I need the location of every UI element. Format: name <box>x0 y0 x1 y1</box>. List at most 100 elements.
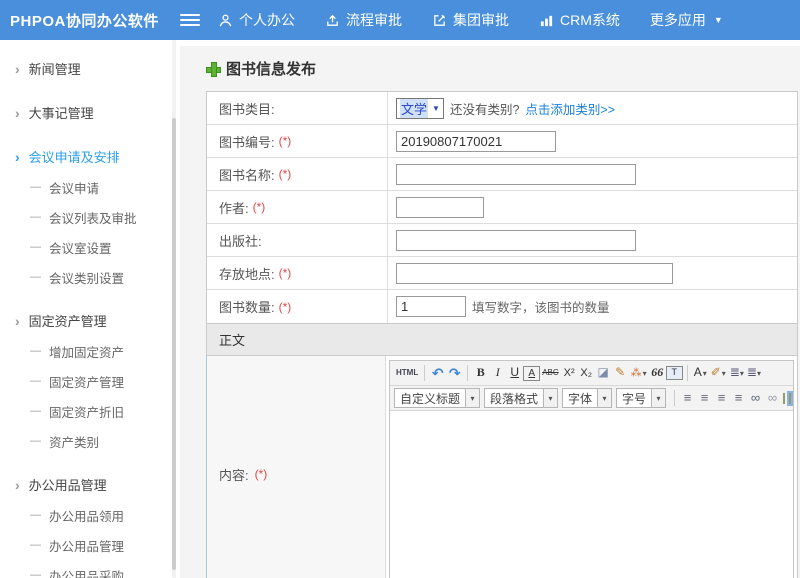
sidebar-item-meeting-room-settings[interactable]: — 会议室设置 <box>0 232 180 262</box>
dash-icon: — <box>30 509 41 521</box>
remove-link-icon[interactable]: ∞ <box>764 389 781 408</box>
rich-text-editor: HTML ↶ ↷ B I U A ABC X² X₂ ◪ ✎ <box>389 360 794 578</box>
nav-label: 集团审批 <box>453 10 509 30</box>
sidebar-item-fixed-asset-management[interactable]: › 固定资产管理 <box>0 305 180 336</box>
field-label: 出版社: <box>207 224 387 256</box>
nav-flow-approval[interactable]: 流程审批 <box>325 10 402 30</box>
dash-icon: — <box>30 405 41 417</box>
editor-content-area[interactable] <box>390 411 793 578</box>
required-marker: (*) <box>253 200 266 214</box>
insert-map-icon[interactable] <box>789 393 791 404</box>
font-color-icon[interactable]: A▾ <box>692 364 709 382</box>
nav-group-approval[interactable]: 集团审批 <box>432 10 509 30</box>
format-brush-icon[interactable]: ✎ <box>612 364 629 382</box>
location-input[interactable] <box>396 263 673 284</box>
redo-icon[interactable]: ↷ <box>446 363 463 383</box>
sidebar-item-supplies-purchase[interactable]: — 办公用品采购 <box>0 560 180 578</box>
main-content: 图书信息发布 图书类目: 文学 ▼ 还没有类别? 点击添加类别>> 图 <box>180 40 800 578</box>
sidebar-item-fixed-asset-depreciation[interactable]: — 固定资产折旧 <box>0 396 180 426</box>
bold-icon[interactable]: B <box>472 364 489 382</box>
underline-icon[interactable]: U <box>506 364 523 382</box>
caret-down-icon: ▾ <box>597 389 611 407</box>
font-size-combo[interactable]: 字号 ▾ <box>616 388 666 408</box>
flow-approval-icon <box>325 13 340 28</box>
caret-down-icon: ▾ <box>651 389 665 407</box>
sidebar-item-fixed-asset-manage[interactable]: — 固定资产管理 <box>0 366 180 396</box>
dash-icon: — <box>30 241 41 253</box>
blockquote-icon[interactable]: 66 <box>649 364 666 382</box>
font-family-combo[interactable]: 字体 ▾ <box>562 388 612 408</box>
sidebar-item-meeting-apply[interactable]: — 会议申请 <box>0 172 180 202</box>
quantity-hint: 填写数字，该图书的数量 <box>472 297 610 316</box>
category-select[interactable]: 文学 ▼ <box>396 98 444 119</box>
sidebar-item-asset-category[interactable]: — 资产类别 <box>0 426 180 456</box>
required-marker: (*) <box>279 167 292 181</box>
subscript-icon[interactable]: X₂ <box>578 365 595 381</box>
add-category-link[interactable]: 点击添加类别>> <box>525 99 615 118</box>
align-center-icon[interactable]: ≡ <box>696 389 713 408</box>
undo-icon[interactable]: ↶ <box>429 363 446 383</box>
nav-label: 流程审批 <box>346 10 402 30</box>
nav-label: CRM系统 <box>560 10 620 30</box>
form-row-location: 存放地点: (*) <box>207 257 797 290</box>
quantity-input[interactable] <box>396 296 466 317</box>
auto-typeset-icon[interactable]: ⁂▾ <box>629 365 649 381</box>
highlight-color-icon[interactable]: ✐▾ <box>709 364 728 382</box>
eraser-icon[interactable]: ◪ <box>595 364 612 382</box>
field-value <box>387 191 797 223</box>
align-justify-icon[interactable]: ≡ <box>730 389 747 408</box>
sidebar-item-meeting-category-settings[interactable]: — 会议类别设置 <box>0 262 180 292</box>
sidebar-item-office-supplies-management[interactable]: › 办公用品管理 <box>0 469 180 500</box>
insert-image-icon[interactable] <box>783 393 785 404</box>
insert-link-icon[interactable]: ∞ <box>747 389 764 408</box>
html-source-icon[interactable]: HTML <box>394 367 420 379</box>
body-section-header: 正文 <box>206 323 798 356</box>
sidebar-item-memorabilia-management[interactable]: › 大事记管理 <box>0 97 180 128</box>
publisher-input[interactable] <box>396 230 636 251</box>
align-left-icon[interactable]: ≡ <box>679 389 696 408</box>
ordered-list-icon[interactable]: ≣▾ <box>728 364 745 382</box>
field-label: 存放地点: (*) <box>207 257 387 289</box>
field-value <box>387 257 797 289</box>
sidebar-item-news-management[interactable]: › 新闻管理 <box>0 53 180 84</box>
form-row-book-name: 图书名称: (*) <box>207 158 797 191</box>
dash-icon: — <box>30 271 41 283</box>
author-input[interactable] <box>396 197 484 218</box>
align-right-icon[interactable]: ≡ <box>713 389 730 408</box>
sidebar-item-supplies-requisition[interactable]: — 办公用品领用 <box>0 500 180 530</box>
sidebar-item-meeting-application[interactable]: › 会议申请及安排 <box>0 141 180 172</box>
hamburger-menu-icon[interactable] <box>180 11 200 29</box>
app-brand: PHPOA协同办公软件 <box>0 10 178 31</box>
toolbar-separator <box>467 365 468 381</box>
content-editor-cell: HTML ↶ ↷ B I U A ABC X² X₂ ◪ ✎ <box>386 356 797 578</box>
sidebar-item-supplies-management[interactable]: — 办公用品管理 <box>0 530 180 560</box>
sidebar-group-news: › 新闻管理 <box>0 53 180 84</box>
chevron-right-icon: › <box>15 478 20 492</box>
required-marker: (*) <box>279 266 292 280</box>
caret-down-icon: ▾ <box>465 389 479 407</box>
custom-title-combo[interactable]: 自定义标题 ▾ <box>394 388 480 408</box>
paragraph-format-combo[interactable]: 段落格式 ▾ <box>484 388 558 408</box>
nav-crm-system[interactable]: CRM系统 <box>539 10 620 30</box>
strikethrough-icon[interactable]: ABC <box>540 367 560 379</box>
dash-icon: — <box>30 539 41 551</box>
content-label: 内容: (*) <box>207 356 386 578</box>
book-name-input[interactable] <box>396 164 636 185</box>
caret-down-icon: ▾ <box>740 369 743 378</box>
main-top-strip <box>180 40 800 46</box>
superscript-icon[interactable]: X² <box>561 365 578 381</box>
chevron-right-icon: › <box>15 62 20 76</box>
italic-icon[interactable]: I <box>489 364 506 382</box>
no-category-text: 还没有类别? <box>450 99 519 118</box>
sidebar-group-fixed-assets: › 固定资产管理 — 增加固定资产 — 固定资产管理 — 固定资产折旧 — 资产… <box>0 305 180 456</box>
unordered-list-icon[interactable]: ≣▾ <box>745 364 762 382</box>
sidebar-item-add-fixed-asset[interactable]: — 增加固定资产 <box>0 336 180 366</box>
sidebar-scrollbar-thumb[interactable] <box>172 118 176 570</box>
nav-more-apps[interactable]: 更多应用 ▼ <box>650 10 723 30</box>
paste-text-icon[interactable]: T <box>666 366 683 380</box>
book-code-input[interactable] <box>396 131 556 152</box>
sidebar-item-meeting-list-approval[interactable]: — 会议列表及审批 <box>0 202 180 232</box>
font-border-icon[interactable]: A <box>523 366 540 381</box>
chevron-right-icon: › <box>15 106 20 120</box>
nav-personal-office[interactable]: 个人办公 <box>218 10 295 30</box>
